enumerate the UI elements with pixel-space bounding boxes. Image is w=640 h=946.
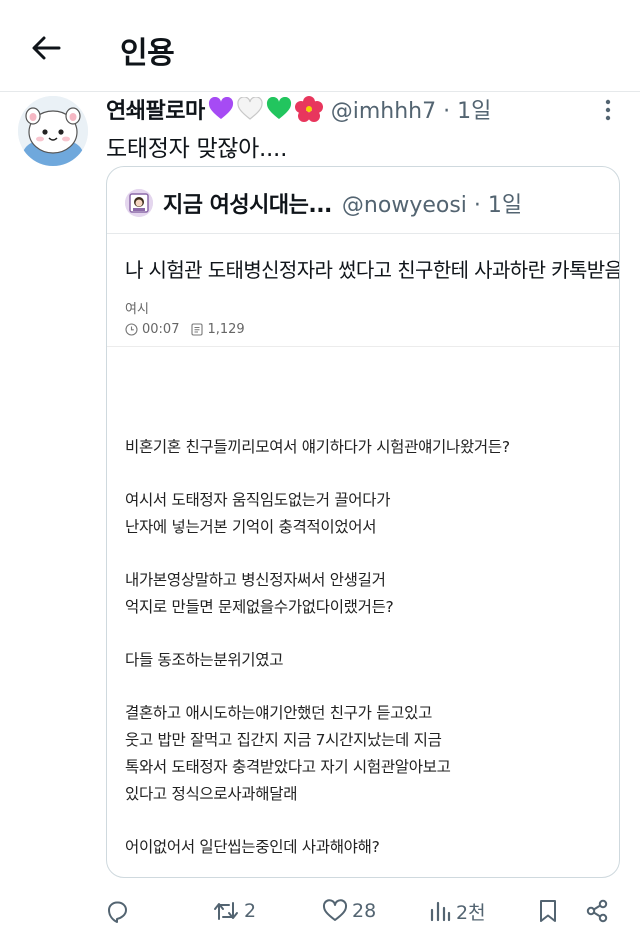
back-button[interactable] — [24, 26, 68, 70]
green-heart-icon — [266, 97, 291, 119]
article-line: 어이없어서 일단씹는중인데 사과해야해? — [125, 838, 380, 856]
separator-dot: · — [473, 193, 481, 218]
quoted-display-name: 지금 여성시대는... — [163, 193, 332, 218]
arrow-left-icon — [32, 36, 61, 60]
views-button[interactable]: 2천 — [428, 893, 486, 929]
article-line: 있다고 정식으로사과해달래 — [125, 785, 298, 803]
article-line: 비혼기혼 친구들끼리모여서 얘기하다가 시험관얘기나왔거든? — [125, 438, 510, 456]
article-time: 00:07 — [142, 322, 180, 337]
tweet-author-row: 연쇄팔로마 @imhhh7 · 1일 — [106, 93, 491, 125]
quoted-handle: @nowyeosi — [341, 193, 467, 218]
like-count: 28 — [352, 900, 377, 922]
article-meta: 00:07 1,129 — [125, 322, 245, 337]
views-icon — [430, 901, 451, 922]
quoted-handle-time: @nowyeosi · 1일 — [342, 187, 522, 219]
separator-dot: · — [443, 99, 451, 124]
share-button[interactable] — [584, 893, 614, 929]
article-line: 다들 동조하는분위기였고 — [125, 651, 284, 669]
avatar-hamster-image — [18, 96, 88, 166]
quoted-author-row: 지금 여성시대는... @nowyeosi · 1일 — [125, 187, 522, 219]
article-body: 비혼기혼 친구들끼리모여서 얘기하다가 시험관얘기나왔거든? 여시서 도태정자 … — [125, 434, 605, 861]
article-line: 웃고 밥만 잘먹고 집간지 지금 7시간지났는데 지금 — [125, 731, 442, 749]
bookmark-icon — [540, 900, 556, 922]
author-display-name[interactable]: 연쇄팔로마 — [106, 93, 205, 125]
avatar[interactable] — [18, 96, 88, 166]
article-screenshot: 나 시험관 도태병신정자라 썼다고 친구한테 사과하란 카톡받음 여시 00:0… — [107, 233, 620, 877]
clock-icon — [125, 323, 138, 336]
views-count: 2천 — [456, 901, 486, 924]
purple-heart-icon — [208, 97, 233, 119]
article-views: 1,129 — [207, 322, 245, 337]
quoted-tweet-card[interactable]: 지금 여성시대는... @nowyeosi · 1일 나 시험관 도태병신정자라… — [106, 166, 620, 878]
article-line: 여시서 도태정자 움직임도없는거 끌어다가 — [125, 491, 391, 509]
tweet-time: 1일 — [457, 99, 492, 124]
article-divider — [107, 346, 619, 347]
article-line: 톡와서 도태정자 충격받았다고 자기 시험관알아보고 — [125, 758, 451, 776]
top-bar: 인용 — [0, 0, 640, 92]
tweet-text: 도태정자 맞잖아.... — [106, 136, 288, 162]
quoted-avatar[interactable] — [125, 189, 153, 217]
white-heart-icon — [237, 97, 263, 120]
author-handle: @imhhh7 — [330, 99, 437, 124]
heart-icon — [322, 899, 348, 921]
page-title: 인용 — [120, 36, 175, 71]
article-line: 결혼하고 애시도하는얘기안했던 친구가 듣고있고 — [125, 704, 433, 722]
bookmark-button[interactable] — [537, 893, 563, 929]
retweet-button[interactable]: 2 — [212, 893, 256, 929]
retweet-icon — [214, 902, 238, 920]
article-line: 난자에 넣는거본 기억이 충격적이었어서 — [125, 518, 377, 536]
author-handle-time[interactable]: @imhhh7 · 1일 — [331, 93, 492, 125]
reply-icon — [108, 901, 127, 923]
hibiscus-icon — [294, 96, 323, 122]
quoted-avatar-image — [125, 189, 153, 217]
article-title: 나 시험관 도태병신정자라 썼다고 친구한테 사과하란 카톡받음 — [125, 258, 620, 282]
more-vertical-icon — [605, 99, 611, 121]
article-line: 내가본영상말하고 병신정자써서 안생길거 — [125, 571, 386, 589]
more-options-button[interactable] — [596, 98, 620, 122]
like-button[interactable]: 28 — [322, 893, 376, 929]
tweet-action-bar: 2 28 2천 — [0, 893, 640, 929]
retweet-count: 2 — [244, 900, 257, 922]
article-line: 억지로 만들면 문제없을수가없다이랬거든? — [125, 598, 394, 616]
document-icon — [191, 323, 204, 336]
reply-button[interactable] — [104, 893, 134, 929]
article-source: 여시 — [125, 302, 149, 317]
quoted-time: 1일 — [487, 193, 523, 218]
share-icon — [586, 899, 608, 923]
